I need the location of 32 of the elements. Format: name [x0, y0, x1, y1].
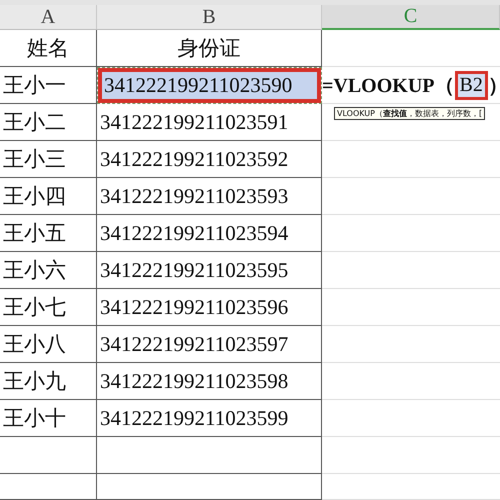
- table-cell: 王小三: [0, 141, 97, 178]
- table-cell: 王小九: [0, 363, 97, 400]
- table-cell: 王小二: [0, 104, 97, 141]
- formula-text: =VLOOKUP（: [322, 74, 455, 98]
- table-cell: 341222199211023595: [97, 252, 322, 289]
- table-cell: 341222199211023593: [97, 178, 322, 215]
- table-cell: 姓名: [0, 30, 97, 67]
- selected-cell[interactable]: 341222199211023590: [98, 68, 321, 103]
- table-cell: 王小一: [0, 67, 97, 104]
- table-cell: 王小八: [0, 326, 97, 363]
- empty-cell[interactable]: [0, 437, 97, 474]
- formula-text: ）: [488, 74, 500, 98]
- table-cell: 王小五: [0, 215, 97, 252]
- table-cell: 341222199211023597: [97, 326, 322, 363]
- table-cell: 王小六: [0, 252, 97, 289]
- empty-cell[interactable]: [97, 474, 322, 500]
- column-header[interactable]: A: [0, 5, 97, 30]
- table-cell: 341222199211023599: [97, 400, 322, 437]
- table-cell: 王小十: [0, 400, 97, 437]
- empty-cell[interactable]: [97, 437, 322, 474]
- table-cell: 341222199211023592: [97, 141, 322, 178]
- cell-reference: B2: [454, 70, 488, 100]
- table-cell: 341222199211023596: [97, 289, 322, 326]
- function-tooltip: VLOOKUP（查找值，数据表，列序数，[: [334, 107, 486, 120]
- table-cell: 王小四: [0, 178, 97, 215]
- table-cell: 341222199211023591: [97, 104, 322, 141]
- empty-cell[interactable]: [0, 474, 97, 500]
- table-cell: 341222199211023594: [97, 215, 322, 252]
- table-cell: 王小七: [0, 289, 97, 326]
- table-cell: 341222199211023598: [97, 363, 322, 400]
- column-header[interactable]: B: [97, 5, 322, 30]
- table-cell: 身份证: [97, 30, 322, 67]
